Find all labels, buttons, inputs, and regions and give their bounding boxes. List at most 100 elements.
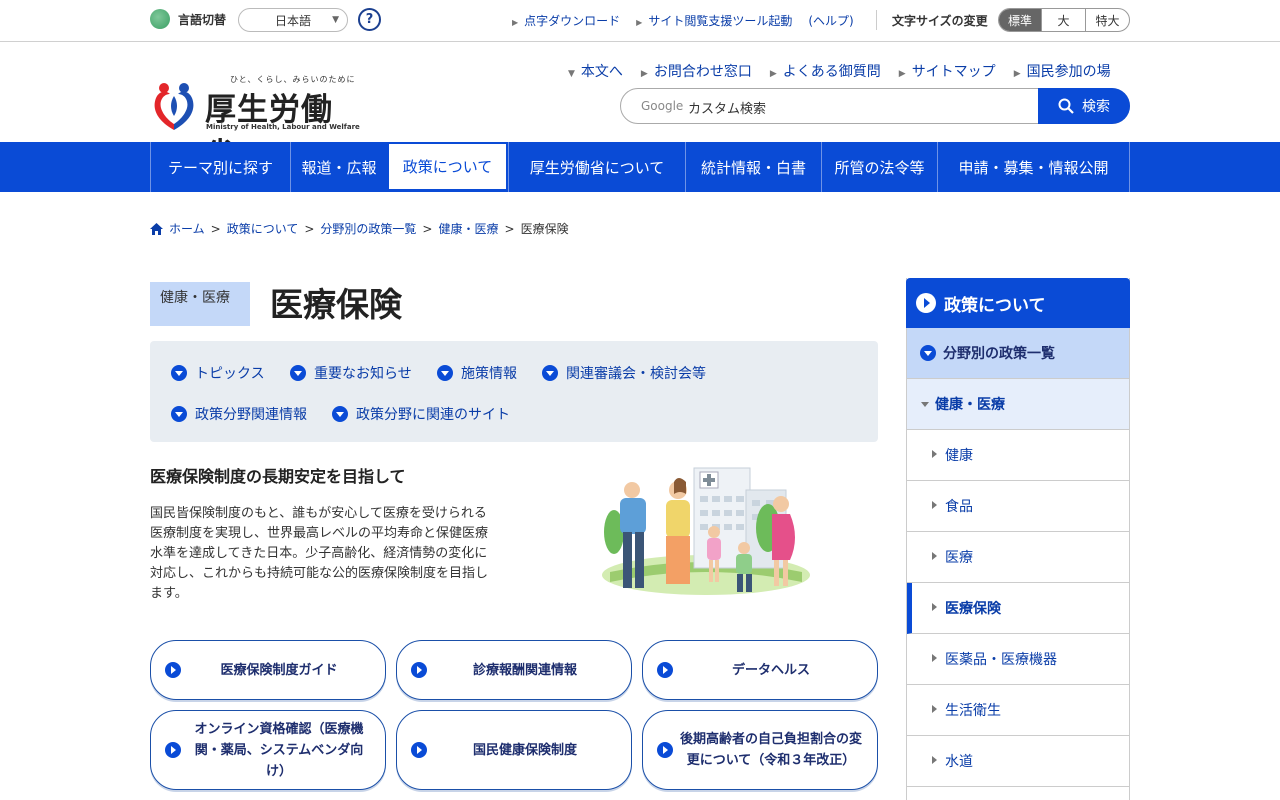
help-button[interactable]: ?	[358, 8, 381, 31]
font-size-xlarge-button[interactable]: 特大	[1085, 9, 1129, 31]
category-badge: 健康・医療	[150, 282, 250, 326]
intro-heading: 医療保険制度の長期安定を目指して	[150, 467, 406, 486]
anchor-related-sites[interactable]: 政策分野に関連のサイト	[332, 404, 510, 424]
search-icon	[1058, 98, 1074, 114]
nav-themes[interactable]: テーマ別に探す	[150, 142, 290, 192]
triangle-right-icon	[932, 603, 937, 611]
help-icon: ?	[365, 12, 374, 27]
breadcrumb-policy[interactable]: 政策について	[227, 220, 299, 237]
card-elderly-copay-change[interactable]: 後期高齢者の自己負担割合の変更について（令和３年改正）	[642, 710, 878, 790]
skip-to-content-link[interactable]: ▼ 本文へ	[568, 61, 623, 81]
search-button-label: 検索	[1082, 99, 1110, 115]
card-medical-insurance-guide[interactable]: 医療保険制度ガイド	[150, 640, 386, 700]
header-links: ▼ 本文へ ▶ お問合わせ窓口 ▶ よくある御質問 ▶ サイトマップ ▶ 国民参加の場	[568, 61, 1111, 81]
intro-text: 国民皆保険制度のもと、誰もが安心して医療を受けられる医療制度を実現し、世界最高レ…	[150, 506, 489, 601]
anchor-related-info[interactable]: 政策分野関連情報	[171, 404, 307, 424]
search-brand: Google	[641, 99, 684, 113]
language-select-value: 日本語	[274, 13, 311, 28]
breadcrumb-policy-list[interactable]: 分野別の政策一覧	[320, 220, 416, 237]
anchor-links: トピックス 重要なお知らせ 施策情報 関連審議会・検討会等 政策分野関連情報 政…	[150, 341, 878, 442]
triangle-right-icon: ▶	[1013, 69, 1021, 79]
font-size-switch: 標準 大 特大	[998, 8, 1130, 32]
chevron-down-icon: ▼	[332, 15, 339, 25]
anchor-measures[interactable]: 施策情報	[437, 363, 517, 383]
side-nav-item-sanitation[interactable]: 生活衛生	[907, 685, 1129, 736]
triangle-right-icon: ▶	[512, 18, 519, 27]
nav-statistics[interactable]: 統計情報・白書	[685, 142, 821, 192]
circle-down-icon	[171, 406, 187, 422]
triangle-right-icon: ▶	[640, 69, 648, 79]
faq-link[interactable]: ▶ よくある御質問	[770, 61, 881, 81]
nav-applications[interactable]: 申請・募集・情報公開	[937, 142, 1130, 192]
side-nav-item-water[interactable]: 水道	[907, 736, 1129, 787]
font-size-large-button[interactable]: 大	[1041, 9, 1085, 31]
circle-arrow-right-icon	[411, 742, 427, 758]
breadcrumb-home[interactable]: ホーム	[169, 220, 205, 237]
font-size-label: 文字サイズの変更	[892, 14, 988, 28]
font-size-standard-button[interactable]: 標準	[999, 9, 1041, 31]
triangle-right-icon	[932, 552, 937, 560]
circle-arrow-right-icon	[657, 742, 673, 758]
card-national-health-insurance[interactable]: 国民健康保険制度	[396, 710, 632, 790]
language-label: 言語切替	[178, 12, 227, 27]
card-data-health[interactable]: データヘルス	[642, 640, 878, 700]
support-tool-help-link[interactable]: (ヘルプ)	[808, 12, 853, 29]
circle-arrow-right-icon	[411, 662, 427, 678]
side-nav-item-pharmaceuticals[interactable]: 医薬品・医療機器	[907, 634, 1129, 685]
nav-about-ministry[interactable]: 厚生労働省について	[508, 142, 685, 192]
breadcrumb-health[interactable]: 健康・医療	[438, 220, 498, 237]
page-title: 医療保険	[270, 285, 402, 324]
logo-mark-icon	[154, 83, 194, 130]
divider	[876, 10, 877, 30]
triangle-down-icon: ▼	[568, 69, 575, 79]
utility-bar: 言語切替 日本語 ▼ ? ▶ 点字ダウンロード ▶ サイト閲覧支援ツール起動 (ヘル…	[0, 0, 1280, 42]
side-nav-item-medical[interactable]: 医療	[907, 532, 1129, 583]
search-button[interactable]: 検索	[1038, 88, 1130, 124]
side-nav-head[interactable]: 政策について	[906, 278, 1130, 328]
breadcrumb: ホーム > 政策について > 分野別の政策一覧 > 健康・医療 > 医療保険	[150, 220, 569, 237]
site-search: Google カスタム検索 検索	[620, 88, 1130, 124]
site-logo[interactable]: ひと、くらし、みらいのために 厚生労働省 Ministry of Health,…	[150, 74, 360, 173]
sitemap-link[interactable]: ▶ サイトマップ	[899, 61, 996, 81]
triangle-right-icon: ▶	[636, 18, 643, 27]
participation-link[interactable]: ▶ 国民参加の場	[1014, 61, 1111, 81]
circle-down-icon	[920, 345, 936, 361]
triangle-right-icon	[932, 501, 937, 509]
nav-policy[interactable]: 政策について	[387, 142, 508, 192]
home-icon	[150, 222, 163, 235]
contact-link[interactable]: ▶ お問合わせ窓口	[641, 61, 752, 81]
logo-english: Ministry of Health, Labour and Welfare	[206, 123, 360, 131]
nav-press[interactable]: 報道・広報	[290, 142, 387, 192]
family-hospital-illustration	[602, 467, 810, 595]
circle-arrow-right-icon	[657, 662, 673, 678]
language-switch: 言語切替	[150, 9, 226, 29]
triangle-down-icon	[921, 402, 929, 407]
anchor-councils[interactable]: 関連審議会・検討会等	[542, 363, 706, 383]
card-online-qualification[interactable]: オンライン資格確認（医療機関・薬局、システムベンダ向け）	[150, 710, 386, 790]
circle-down-icon	[171, 365, 187, 381]
triangle-right-icon	[932, 450, 937, 458]
anchor-important-notice[interactable]: 重要なお知らせ	[290, 363, 412, 383]
triangle-right-icon	[932, 705, 937, 713]
circle-arrow-right-icon	[165, 742, 181, 758]
breadcrumb-current: 医療保険	[520, 222, 569, 236]
side-nav-item-health[interactable]: 健康	[907, 430, 1129, 481]
triangle-right-icon: ▶	[898, 69, 906, 79]
anchor-topics[interactable]: トピックス	[171, 363, 265, 383]
global-nav: テーマ別に探す 報道・広報 政策について 厚生労働省について 統計情報・白書 所…	[0, 142, 1280, 192]
side-nav-item-medical-insurance[interactable]: 医療保険	[907, 583, 1129, 634]
side-nav-policy-list[interactable]: 分野別の政策一覧	[907, 328, 1129, 379]
triangle-right-icon	[932, 756, 937, 764]
side-nav-health-medical[interactable]: 健康・医療	[907, 379, 1129, 430]
braille-download-link[interactable]: ▶ 点字ダウンロード	[512, 12, 620, 29]
card-medical-fee-info[interactable]: 診療報酬関連情報	[396, 640, 632, 700]
language-select[interactable]: 日本語 ▼	[238, 8, 348, 32]
triangle-right-icon	[932, 654, 937, 662]
utility-links: ▶ 点字ダウンロード ▶ サイト閲覧支援ツール起動 (ヘルプ)	[512, 12, 854, 29]
side-nav-item-food[interactable]: 食品	[907, 481, 1129, 532]
nav-laws[interactable]: 所管の法令等	[821, 142, 937, 192]
triangle-right-icon: ▶	[769, 69, 777, 79]
search-input[interactable]: カスタム検索	[688, 98, 766, 117]
circle-down-icon	[290, 365, 306, 381]
support-tool-link[interactable]: ▶ サイト閲覧支援ツール起動	[636, 12, 792, 29]
